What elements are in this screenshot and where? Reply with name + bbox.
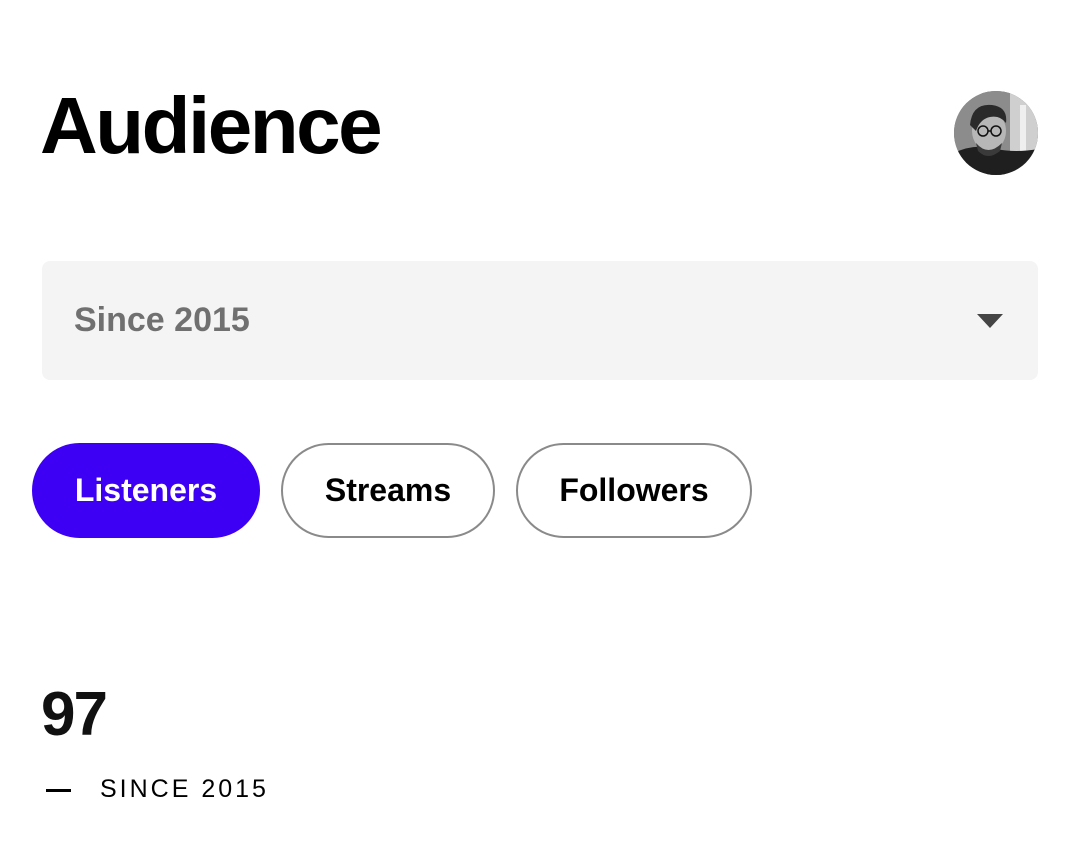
listeners-count: 97 bbox=[41, 680, 108, 749]
page-title: Audience bbox=[40, 81, 383, 170]
caret-down-icon bbox=[977, 314, 1003, 328]
tab-streams[interactable]: Streams bbox=[281, 443, 495, 538]
date-range-value: Since 2015 bbox=[74, 301, 250, 339]
caption-dash bbox=[46, 789, 71, 792]
avatar-photo-icon bbox=[954, 91, 1038, 175]
tab-listeners[interactable]: Listeners bbox=[32, 443, 260, 538]
stat-caption: SINCE 2015 bbox=[100, 775, 269, 803]
tab-followers[interactable]: Followers bbox=[516, 443, 752, 538]
date-range-select[interactable]: Since 2015 bbox=[42, 261, 1038, 380]
user-avatar[interactable] bbox=[954, 91, 1038, 175]
